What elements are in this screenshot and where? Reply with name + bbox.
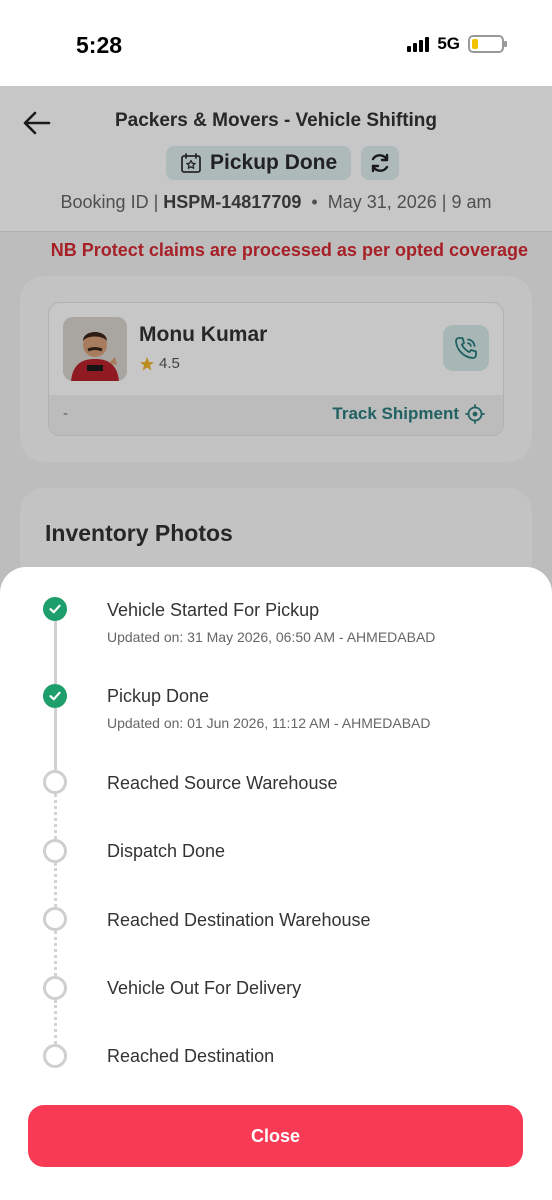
- close-button[interactable]: Close: [28, 1105, 523, 1167]
- pending-circle-icon: [43, 770, 67, 794]
- timeline-step-title: Reached Destination: [107, 1046, 275, 1066]
- pending-circle-icon: [43, 1044, 67, 1068]
- timeline-step-title: Pickup Done: [107, 686, 210, 706]
- status-time: 5:28: [76, 32, 123, 58]
- battery-icon: [468, 35, 507, 53]
- status-bar: 5:28 5G: [0, 0, 552, 86]
- pending-circle-icon: [43, 976, 67, 1000]
- timeline-step-updated: Updated on: 01 Jun 2026, 11:12 AM - AHME…: [107, 715, 431, 731]
- network-label: 5G: [437, 34, 460, 53]
- timeline-step-title: Vehicle Out For Delivery: [107, 978, 302, 998]
- timeline-step-updated: Updated on: 31 May 2026, 06:50 AM - AHME…: [107, 629, 436, 645]
- timeline-connector: [54, 863, 57, 907]
- status-indicators: 5G: [407, 34, 507, 54]
- pending-circle-icon: [43, 907, 67, 931]
- check-circle-icon: [43, 684, 67, 708]
- timeline-connector: [54, 1000, 57, 1044]
- timeline-step-title: Vehicle Started For Pickup: [107, 600, 320, 620]
- tracking-status-sheet: Vehicle Started For Pickup Updated on: 31…: [0, 567, 552, 1200]
- timeline-connector: [54, 708, 57, 770]
- timeline-step-title: Reached Source Warehouse: [107, 773, 338, 793]
- timeline-step-title: Reached Destination Warehouse: [107, 910, 371, 930]
- signal-icon: [407, 36, 430, 52]
- timeline-step-title: Dispatch Done: [107, 841, 226, 861]
- close-button-label: Close: [250, 1125, 301, 1146]
- timeline-connector: [54, 931, 57, 976]
- pending-circle-icon: [43, 839, 67, 863]
- timeline-connector: [54, 794, 57, 839]
- check-circle-icon: [43, 597, 67, 621]
- timeline-connector: [54, 621, 57, 684]
